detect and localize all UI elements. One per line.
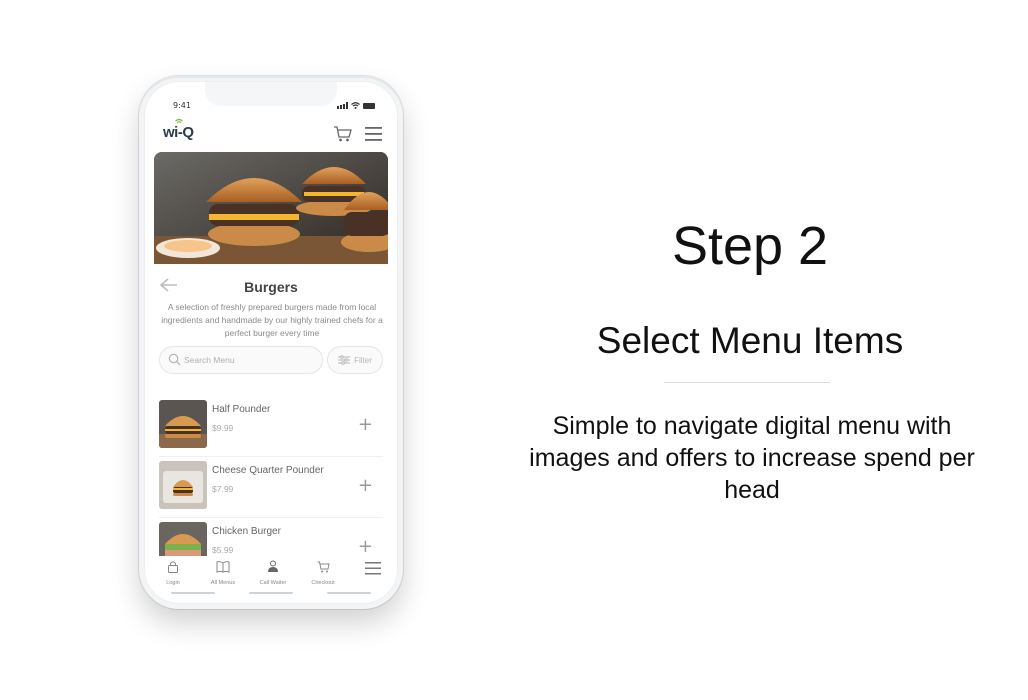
waiter-icon	[268, 560, 278, 572]
wifi-icon	[351, 102, 360, 109]
hamburger-icon	[365, 562, 381, 575]
nav-label: All Menus	[210, 580, 236, 586]
add-item-icon[interactable]: +	[358, 538, 373, 556]
item-name: Half Pounder	[212, 404, 271, 415]
status-time: 9:41	[173, 101, 191, 110]
nav-checkout[interactable]: Checkout	[299, 560, 347, 586]
signal-icon	[337, 102, 348, 109]
home-indicator	[171, 592, 215, 594]
add-item-icon[interactable]: +	[358, 477, 373, 495]
step-subtitle: Select Menu Items	[596, 320, 904, 361]
step-description: Simple to navigate digital menu with ima…	[529, 412, 975, 504]
hero-image	[154, 152, 388, 264]
hamburger-icon[interactable]	[365, 127, 382, 141]
search-icon	[168, 353, 181, 366]
category-description: A selection of freshly prepared burgers …	[161, 302, 383, 338]
brand-logo[interactable]: wi-Q	[163, 118, 194, 141]
search-bar[interactable]	[159, 346, 323, 374]
home-indicator	[327, 592, 371, 594]
search-input[interactable]	[184, 347, 314, 373]
item-name: Chicken Burger	[212, 526, 281, 537]
step-title: Step 2	[671, 216, 829, 276]
nav-login[interactable]: Login	[149, 560, 197, 586]
home-indicator	[249, 592, 293, 594]
menu-item-list: Half Pounder $9.99 + Cheese Quarter Poun…	[159, 396, 383, 579]
nav-label: Checkout	[311, 580, 335, 586]
nav-label: Login	[166, 580, 180, 586]
nav-call-waiter[interactable]: Call Waiter	[249, 560, 297, 586]
filter-button[interactable]: Filter	[327, 346, 383, 374]
item-name: Cheese Quarter Pounder	[212, 465, 324, 476]
lock-icon	[168, 561, 178, 573]
bottom-nav: Login All Menus Call Waiter Checkout	[145, 556, 397, 596]
logo-wifi-icon	[175, 118, 183, 123]
logo-text: wi-Q	[163, 124, 194, 141]
phone-notch	[205, 82, 337, 106]
menu-item[interactable]: Cheese Quarter Pounder $7.99 +	[159, 457, 383, 518]
item-thumbnail	[159, 461, 207, 509]
battery-icon	[363, 102, 375, 109]
burger-photo	[154, 152, 388, 264]
menu-item[interactable]: Half Pounder $9.99 +	[159, 396, 383, 457]
status-icons	[337, 102, 375, 109]
nav-label: Call Waiter	[259, 580, 287, 586]
add-item-icon[interactable]: +	[358, 416, 373, 434]
cart-icon[interactable]	[333, 125, 353, 143]
phone-screen: 9:41 wi-Q Burgers A selection of freshly…	[145, 82, 397, 603]
item-price: $7.99	[212, 484, 234, 494]
category-title: Burgers	[244, 279, 298, 295]
divider	[664, 382, 830, 383]
cart-icon	[317, 561, 330, 573]
item-thumbnail	[159, 400, 207, 448]
item-price: $5.99	[212, 545, 234, 555]
filter-icon	[338, 355, 351, 365]
book-icon	[216, 561, 230, 573]
item-price: $9.99	[212, 423, 234, 433]
phone-mockup: 9:41 wi-Q Burgers A selection of freshly…	[139, 76, 403, 609]
nav-all-menus[interactable]: All Menus	[199, 560, 247, 586]
filter-label: Filter	[354, 355, 372, 365]
nav-menu[interactable]	[349, 562, 397, 580]
